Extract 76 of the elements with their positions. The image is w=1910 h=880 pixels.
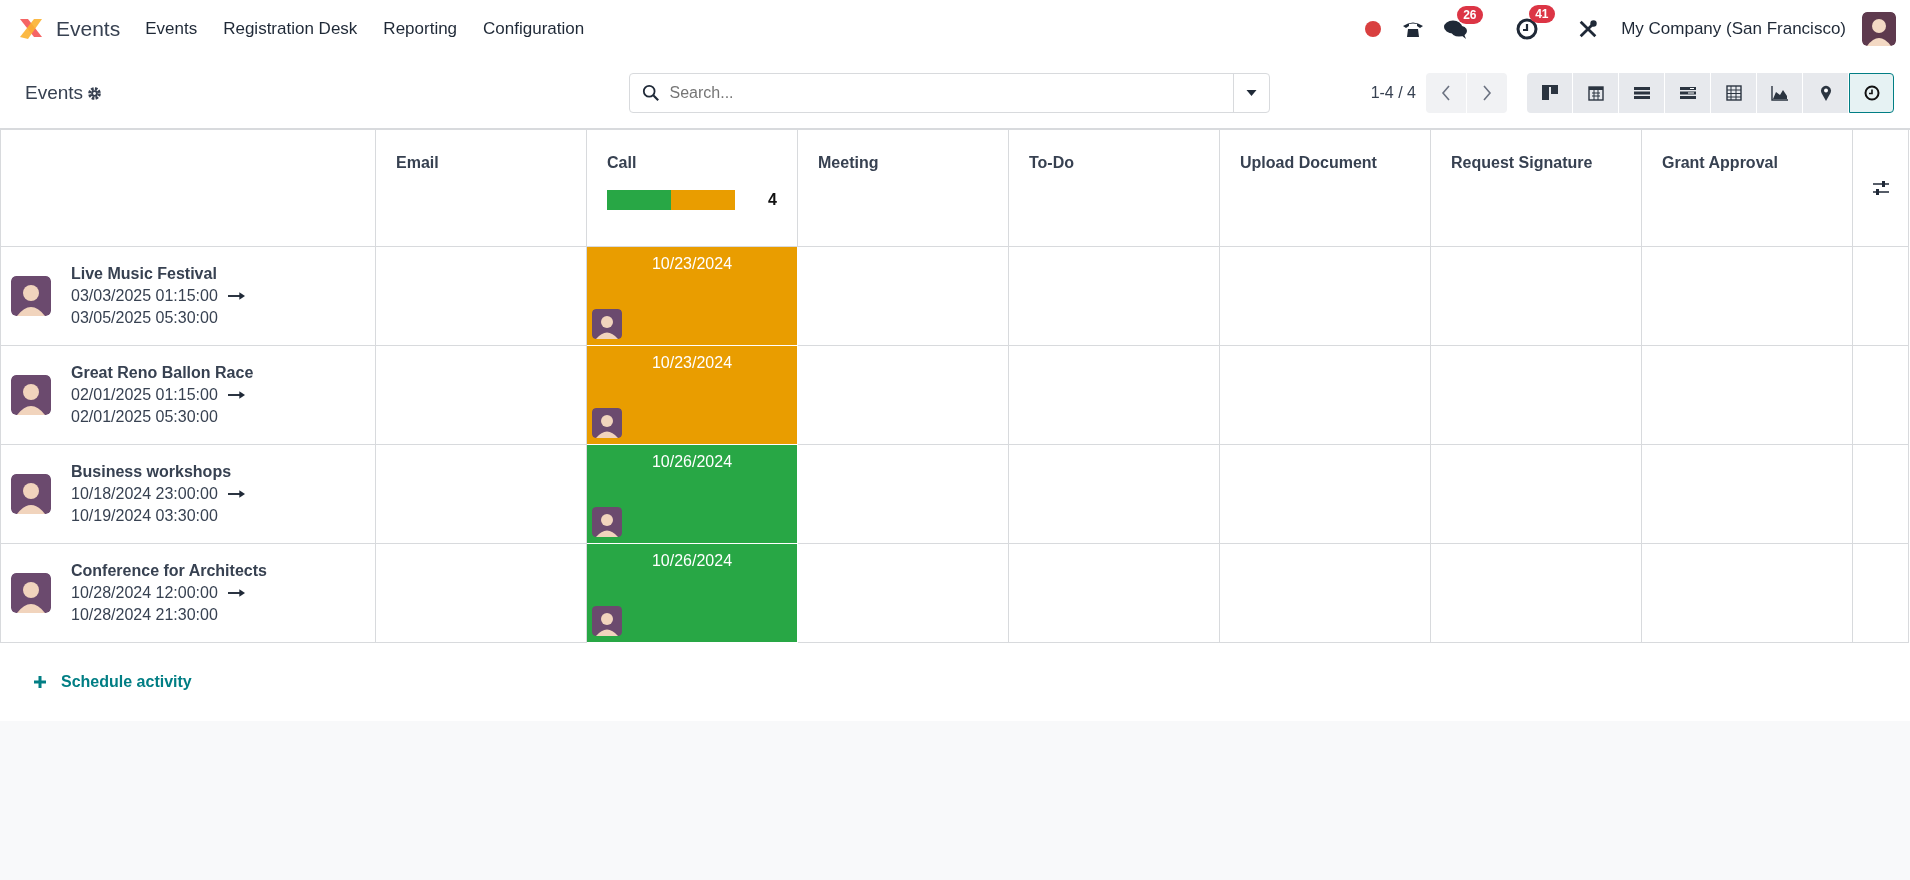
pager-value[interactable]: 1-4 / 4 — [1370, 84, 1416, 102]
calendar-view-button[interactable] — [1573, 73, 1618, 113]
column-header[interactable]: Meeting — [818, 154, 879, 172]
activity-count: 4 — [767, 191, 777, 209]
calendar-icon — [1586, 84, 1605, 102]
record-name[interactable]: Business workshops — [71, 463, 245, 481]
user-avatar — [11, 474, 51, 514]
bars-icon — [1678, 84, 1697, 102]
column-header[interactable]: To-Do — [1029, 154, 1074, 172]
end-date: 10/28/2024 21:30:00 — [71, 606, 219, 624]
user-avatar — [11, 276, 51, 316]
column-header[interactable]: Grant Approval — [1662, 154, 1778, 172]
caret-down-icon — [1245, 90, 1257, 96]
search-bar[interactable]: Search... — [628, 73, 1270, 113]
due-date: 10/23/2024 — [651, 354, 733, 372]
app-name[interactable]: Events — [56, 17, 121, 41]
arrow-right-icon — [227, 390, 245, 400]
tools-icon[interactable] — [1577, 18, 1600, 40]
chat-icon[interactable] — [1443, 18, 1470, 40]
column-header[interactable]: Request Signature — [1451, 154, 1593, 172]
map-pin-view-button[interactable] — [1803, 73, 1848, 113]
status-dot-icon[interactable] — [1365, 21, 1382, 37]
record-name[interactable]: Live Music Festival — [71, 265, 245, 283]
grid-view-button[interactable] — [1711, 73, 1756, 113]
column-header[interactable]: Email — [396, 154, 439, 172]
record-name[interactable]: Conference for Architects — [71, 562, 267, 580]
company-name[interactable]: My Company (San Francisco) — [1621, 19, 1846, 39]
notification-badge: 26 — [1457, 6, 1483, 24]
due-date: 10/23/2024 — [651, 255, 733, 273]
search-icon — [641, 84, 660, 102]
schedule-activity-link[interactable]: Schedule activity — [33, 673, 192, 691]
end-date: 03/05/2025 05:30:00 — [71, 309, 219, 327]
user-avatar[interactable] — [1862, 12, 1896, 46]
start-date: 10/28/2024 12:00:00 — [71, 584, 218, 602]
area-chart-icon — [1770, 84, 1789, 102]
due-date: 10/26/2024 — [651, 552, 733, 570]
start-date: 02/01/2025 01:15:00 — [71, 386, 218, 404]
arrow-right-icon — [227, 489, 245, 499]
start-date: 03/03/2025 01:15:00 — [71, 287, 218, 305]
column-header[interactable]: Call — [607, 154, 637, 172]
record-name[interactable]: Great Reno Ballon Race — [71, 364, 254, 382]
chevron-left-icon — [1441, 85, 1451, 101]
arrow-right-icon — [227, 291, 245, 301]
settings-sliders-icon[interactable] — [1871, 179, 1890, 197]
user-avatar — [592, 309, 622, 339]
kanban-icon — [1540, 84, 1559, 102]
notification-badge: 41 — [1529, 5, 1555, 23]
menu-item[interactable]: Registration Desk — [210, 19, 371, 39]
user-avatar — [592, 507, 622, 537]
plus-icon — [33, 675, 47, 689]
kanban-view-button[interactable] — [1527, 73, 1572, 113]
menu-item[interactable]: Reporting — [370, 19, 471, 39]
user-avatar — [592, 606, 622, 636]
arrow-right-icon — [227, 588, 245, 598]
user-avatar — [592, 408, 622, 438]
list-view-button[interactable] — [1619, 73, 1664, 113]
end-date: 10/19/2024 03:30:00 — [71, 507, 219, 525]
grid-icon — [1724, 84, 1743, 102]
menu-item[interactable]: Configuration — [470, 19, 598, 39]
start-date: 10/18/2024 23:00:00 — [71, 485, 218, 503]
bars-view-button[interactable] — [1665, 73, 1710, 113]
clock-view-button[interactable] — [1849, 73, 1894, 113]
end-date: 02/01/2025 05:30:00 — [71, 408, 219, 426]
chevron-right-icon — [1482, 85, 1492, 101]
column-header[interactable]: Upload Document — [1240, 154, 1377, 172]
page-title: Events — [25, 82, 84, 104]
menu-item[interactable]: Events — [132, 19, 211, 39]
search-input[interactable]: Search... — [667, 83, 1225, 103]
clock-icon[interactable] — [1515, 17, 1540, 41]
area-chart-view-button[interactable] — [1757, 73, 1802, 113]
user-avatar — [11, 375, 51, 415]
settings-icon[interactable] — [87, 85, 103, 101]
user-avatar — [11, 573, 51, 613]
list-icon — [1632, 84, 1651, 102]
clock-icon — [1862, 84, 1881, 102]
due-date: 10/26/2024 — [651, 453, 733, 471]
